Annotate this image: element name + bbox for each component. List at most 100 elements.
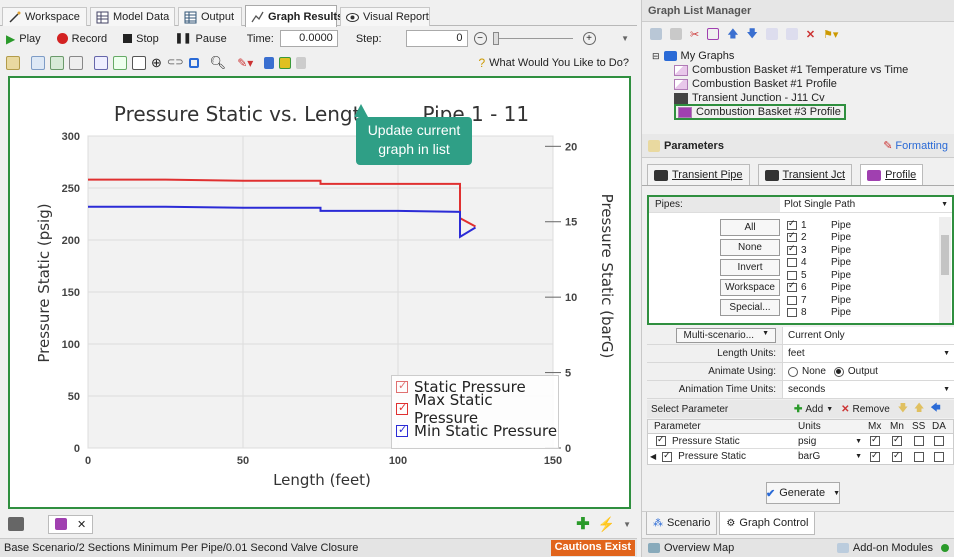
glm-delete-icon[interactable]: ✂ xyxy=(690,28,699,41)
row-checkbox[interactable] xyxy=(656,434,666,446)
multi-scenario-button[interactable]: Multi-scenario... ▼ xyxy=(676,328,776,343)
pipe-list-item[interactable]: 2 Pipe xyxy=(787,230,937,245)
add-parameter-button[interactable]: ✚ Add ▼ xyxy=(794,404,833,415)
pipe-list-item[interactable]: 7 Pipe xyxy=(787,294,937,307)
glm-copy-icon[interactable] xyxy=(785,28,798,40)
tab-profile[interactable]: Profile xyxy=(860,164,924,185)
tab-visual-report[interactable]: Visual Report xyxy=(340,7,430,26)
param-down-icon[interactable]: 🡇 xyxy=(898,401,908,418)
addon-modules-button[interactable]: Add-on Modules xyxy=(836,542,949,554)
add-to-list-icon[interactable] xyxy=(264,56,275,69)
param-left-icon[interactable]: 🡄 xyxy=(930,401,940,418)
data-icon[interactable] xyxy=(69,55,83,70)
row-units[interactable]: barG xyxy=(798,451,820,462)
glm-add-icon[interactable] xyxy=(650,28,662,40)
remove-parameter-button[interactable]: ✕ Remove xyxy=(841,404,890,415)
move-up-icon[interactable]: 🡅 xyxy=(727,25,738,44)
help-button[interactable]: ? What Would You Like to Do? xyxy=(478,56,629,70)
time-input[interactable]: 0.0000 xyxy=(279,30,338,47)
tab-output[interactable]: Output xyxy=(178,7,242,26)
grid-row[interactable]: Pressure Static psig▼ xyxy=(648,434,953,449)
tree-item-selected[interactable]: Combustion Basket #3 Profile xyxy=(652,104,954,120)
tab-workspace[interactable]: Workspace xyxy=(2,7,87,26)
radio-none[interactable] xyxy=(788,366,798,377)
tree-item[interactable]: Combustion Basket #1 Profile xyxy=(652,77,954,91)
grid-row[interactable]: ◀Pressure Static barG▼ xyxy=(648,449,953,464)
mn-checkbox[interactable] xyxy=(892,450,902,462)
overview-map-button[interactable]: Overview Map xyxy=(648,542,734,554)
bar-dropdown-icon[interactable]: ▼ xyxy=(623,520,631,529)
mn-checkbox[interactable] xyxy=(892,434,902,446)
add-graph-icon[interactable]: ✚ xyxy=(576,514,589,534)
zoom-out-icon[interactable]: − xyxy=(473,32,487,45)
tab-transient-pipe[interactable]: Transient Pipe xyxy=(647,164,750,185)
glm-remove-icon[interactable]: ✕ xyxy=(806,28,815,41)
pipes-mode-select[interactable]: Plot Single Path ▼ xyxy=(780,197,952,212)
measure-icon[interactable]: ⊂⊃ xyxy=(167,57,184,68)
tab-model-data[interactable]: Model Data xyxy=(90,7,175,26)
pipe-checkbox[interactable] xyxy=(787,270,797,280)
ss-checkbox[interactable] xyxy=(914,436,924,446)
graph-tab-icon[interactable] xyxy=(8,517,24,531)
pipes-special-button[interactable]: Special... xyxy=(720,299,780,316)
tab-transient-jct[interactable]: Transient Jct xyxy=(757,164,853,185)
pipes-workspace-button[interactable]: Workspace xyxy=(720,279,780,296)
pipes-none-button[interactable]: None xyxy=(720,239,780,256)
length-units-select[interactable]: feet ▼ xyxy=(782,345,954,362)
pipe-list-item[interactable]: 8 Pipe xyxy=(787,307,937,320)
time-slider[interactable] xyxy=(492,32,573,45)
legend-checkbox[interactable] xyxy=(396,379,408,393)
cautions-badge[interactable]: Cautions Exist xyxy=(550,540,635,556)
pipe-list-scrollbar[interactable] xyxy=(939,217,951,323)
pipe-checkbox[interactable] xyxy=(787,243,797,255)
tree-item[interactable]: Transient Junction - J11 Cv xyxy=(652,91,954,105)
pipe-checkbox[interactable] xyxy=(787,308,797,318)
row-units[interactable]: psig xyxy=(798,436,816,447)
collapse-icon[interactable]: ⊟ xyxy=(652,51,660,62)
pipe-list-item[interactable]: 3 Pipe xyxy=(787,243,937,257)
copy-icon[interactable] xyxy=(31,55,45,70)
generate-button[interactable]: ✔ Generate ▼ xyxy=(766,482,840,504)
glm-list-icon[interactable] xyxy=(765,28,778,40)
toolbar-dropdown-icon[interactable]: ▼ xyxy=(621,34,629,43)
legend-checkbox[interactable] xyxy=(396,423,408,437)
tab-scenario[interactable]: ⁂ Scenario xyxy=(646,512,718,535)
close-icon[interactable]: ✕ xyxy=(77,518,86,531)
open-graph-icon[interactable] xyxy=(6,55,20,70)
pipe-checkbox[interactable] xyxy=(787,218,797,230)
da-checkbox[interactable] xyxy=(934,451,944,462)
play-button[interactable]: ▶ Play xyxy=(6,32,41,46)
pipe-list[interactable]: 1 Pipe 2 Pipe 3 Pipe 4 Pipe 5 Pipe 6 Pipe 7 Pipe 8 Pipe xyxy=(787,218,937,321)
graph-tab-active[interactable]: ✕ xyxy=(48,514,94,534)
pipes-invert-button[interactable]: Invert xyxy=(720,259,780,276)
pipe-checkbox[interactable] xyxy=(787,295,797,305)
animation-time-select[interactable]: seconds ▼ xyxy=(782,381,954,398)
tab-graph-control[interactable]: ⚙ Graph Control xyxy=(719,512,816,535)
pipe-list-item[interactable]: 1 Pipe xyxy=(787,218,937,232)
formatting-button[interactable]: ✎ Formatting xyxy=(883,139,948,153)
record-button[interactable]: Record xyxy=(56,33,107,45)
tree-item[interactable]: Combustion Basket #1 Temperature vs Time xyxy=(652,63,954,77)
zoom-icon[interactable]: 🔍︎ xyxy=(210,55,227,71)
zoom-in-icon[interactable]: + xyxy=(582,32,596,45)
update-graph-icon[interactable] xyxy=(279,56,292,69)
move-down-icon[interactable]: 🡇 xyxy=(747,25,758,44)
lightning-icon[interactable]: ⚡ xyxy=(598,516,615,533)
glm-graph-icon[interactable] xyxy=(707,28,720,40)
pause-button[interactable]: ❚❚ Pause xyxy=(175,33,227,45)
graph-area[interactable]: Pressure Static vs. Lengt Pipe 1 - 11 0 50… xyxy=(8,76,631,509)
legend-checkbox[interactable] xyxy=(396,401,408,415)
formatting-icon[interactable]: ✎▾ xyxy=(237,56,253,70)
param-up-icon[interactable]: 🡅 xyxy=(914,401,924,418)
axis-icon[interactable] xyxy=(94,55,108,70)
checkbox-icon[interactable] xyxy=(132,55,146,70)
slider-thumb[interactable] xyxy=(492,32,499,45)
export-icon[interactable] xyxy=(50,55,64,70)
crosshair-icon[interactable]: ⊕ xyxy=(151,55,162,71)
legend-item[interactable]: Min Static Pressure xyxy=(392,420,558,442)
glm-folder-icon[interactable] xyxy=(670,28,682,40)
tab-graph-results[interactable]: Graph Results xyxy=(245,5,343,27)
pipe-list-item[interactable]: 4 Pipe xyxy=(787,257,937,270)
pipe-checkbox[interactable] xyxy=(787,258,797,268)
pipe-checkbox[interactable] xyxy=(787,280,797,293)
